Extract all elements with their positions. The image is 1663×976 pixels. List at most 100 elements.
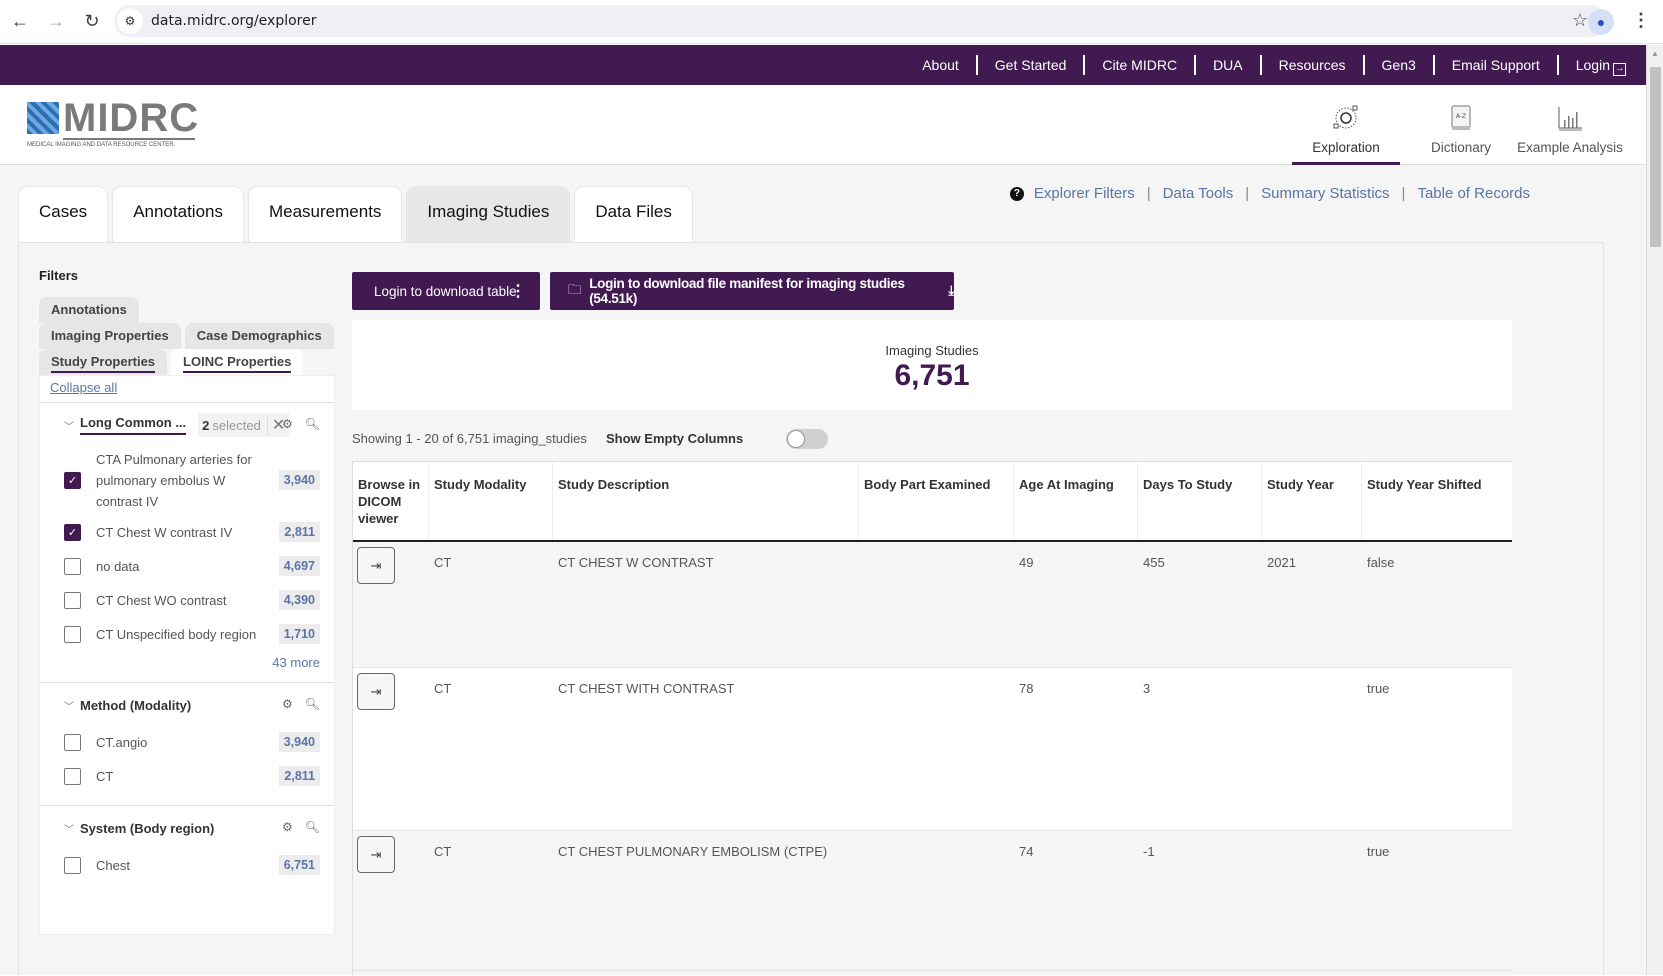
checkbox-checked[interactable]: ✓ (64, 471, 81, 489)
page-scrollbar[interactable]: ▲ (1646, 45, 1663, 975)
filter-group-title[interactable]: Long Common ... (80, 415, 187, 435)
filter-option[interactable]: Chest 6,751 (64, 848, 320, 882)
header-nav-dictionary[interactable]: A-Z Dictionary (1415, 85, 1507, 165)
explorer-page: Cases Annotations Measurements Imaging S… (0, 165, 1646, 976)
show-more-link[interactable]: 43 more (64, 655, 320, 670)
column-header[interactable]: Days To Study (1138, 462, 1262, 540)
search-icon[interactable]: 🔍︎ (305, 820, 320, 834)
filter-group-method-modality: ﹀ Method (Modality) ⚙ 🔍︎ CT.angio 3,940 C… (40, 682, 334, 805)
search-icon[interactable]: 🔍︎ (305, 417, 320, 431)
gear-icon[interactable]: ⚙ (282, 820, 293, 834)
gear-icon[interactable]: ⚙ (282, 697, 293, 711)
checkbox[interactable] (64, 557, 81, 575)
back-button[interactable]: ← (4, 6, 36, 38)
filter-option[interactable]: CT 2,811 (64, 759, 320, 793)
chevron-down-icon[interactable]: ﹀ (64, 418, 80, 433)
column-header[interactable]: Age At Imaging (1014, 462, 1138, 540)
nav-about[interactable]: About (905, 55, 978, 75)
nav-resources[interactable]: Resources (1262, 55, 1365, 75)
explorer-filters-link[interactable]: Explorer Filters (1034, 185, 1135, 202)
open-dicom-viewer-button[interactable]: ⇥ (357, 673, 395, 710)
table-cell: true (1367, 681, 1390, 696)
profile-icon[interactable]: ● (1588, 9, 1614, 35)
star-icon[interactable]: ☆ (1572, 10, 1588, 31)
filter-tab-loinc-properties-label: LOINC Properties (183, 354, 292, 373)
filter-group-title[interactable]: System (Body region) (80, 821, 214, 836)
data-tools-link[interactable]: Data Tools (1163, 185, 1234, 202)
midrc-logo[interactable]: MIDRC MEDICAL IMAGING AND DATA RESOURCE … (27, 96, 198, 152)
kebab-menu-icon[interactable]: ⋮ (1632, 10, 1650, 31)
column-header[interactable]: Study Description (553, 462, 859, 540)
filter-option-label: CT (96, 768, 114, 784)
nav-login-label: Login (1575, 56, 1610, 73)
search-icon[interactable]: 🔍︎ (305, 697, 320, 711)
url-text[interactable]: data.midrc.org/explorer (151, 13, 316, 29)
download-table-button[interactable]: Login to download table ⋮ (352, 272, 540, 310)
checkbox[interactable] (64, 591, 81, 609)
imaging-studies-table: Browse in DICOM viewer Study Modality St… (352, 461, 1512, 976)
collapse-all-link[interactable]: Collapse all (40, 376, 334, 402)
filter-option-count: 1,710 (278, 624, 320, 644)
open-dicom-viewer-button[interactable]: ⇥ (357, 836, 395, 873)
reload-button[interactable]: ↻ (76, 6, 108, 38)
tab-imaging-studies[interactable]: Imaging Studies (406, 186, 571, 242)
summary-statistics-link[interactable]: Summary Statistics (1261, 185, 1389, 202)
nav-dua[interactable]: DUA (1196, 55, 1262, 75)
filter-option[interactable]: ✓ CTA Pulmonary arteries for pulmonary e… (64, 445, 320, 515)
filter-tab-case-demographics[interactable]: Case Demographics (184, 323, 334, 349)
tab-measurements[interactable]: Measurements (247, 186, 403, 242)
filter-tab-imaging-properties[interactable]: Imaging Properties (39, 323, 181, 349)
checkbox[interactable] (64, 856, 81, 874)
filter-option[interactable]: CT Unspecified body region 1,710 (64, 617, 320, 651)
site-info-icon[interactable]: ⚙ (117, 8, 143, 34)
reload-icon: ↻ (84, 11, 100, 31)
nav-cite-midrc[interactable]: Cite MIDRC (1085, 55, 1197, 75)
show-empty-columns-toggle[interactable] (786, 429, 828, 449)
nav-login[interactable]: Login → (1559, 55, 1626, 76)
header-nav-exploration[interactable]: Exploration (1292, 85, 1400, 165)
nav-gen3[interactable]: Gen3 (1365, 55, 1435, 75)
tab-data-files[interactable]: Data Files (574, 186, 693, 242)
checkbox[interactable] (64, 733, 81, 751)
tab-cases[interactable]: Cases (18, 186, 109, 242)
scrollbar-thumb[interactable] (1650, 67, 1661, 247)
table-cell: CT (434, 681, 452, 696)
scroll-up-icon[interactable]: ▲ (1651, 49, 1659, 58)
filter-tab-study-properties[interactable]: Study Properties (39, 349, 168, 375)
checkbox-checked[interactable]: ✓ (64, 523, 81, 541)
download-manifest-button[interactable]: 🗀 Login to download file manifest for im… (550, 272, 954, 310)
more-options-icon[interactable]: ⋮ (510, 281, 526, 301)
tab-annotations[interactable]: Annotations (112, 186, 244, 242)
nav-get-started[interactable]: Get Started (978, 55, 1086, 75)
gear-icon[interactable]: ⚙ (282, 417, 293, 431)
filter-tab-loinc-properties[interactable]: LOINC Properties (171, 349, 304, 375)
nav-email-support[interactable]: Email Support (1435, 55, 1559, 75)
checkbox[interactable] (64, 625, 81, 643)
column-header[interactable]: Study Year (1262, 462, 1362, 540)
filter-option-label: CT.angio (96, 734, 148, 750)
table-of-records-link[interactable]: Table of Records (1417, 185, 1530, 202)
column-header[interactable]: Browse in DICOM viewer (353, 462, 429, 540)
column-header[interactable]: Body Part Examined (859, 462, 1014, 540)
table-cell: CT (434, 555, 452, 570)
filter-tab-annotations[interactable]: Annotations (39, 297, 139, 323)
filter-group-title[interactable]: Method (Modality) (80, 698, 191, 713)
summary-card: Imaging Studies 6,751 (352, 320, 1512, 410)
header-nav-example-analysis[interactable]: Example Analysis (1512, 85, 1628, 165)
forward-button[interactable]: → (40, 6, 72, 38)
filter-option[interactable]: no data 4,697 (64, 549, 320, 583)
column-header[interactable]: Study Year Shifted (1362, 462, 1512, 540)
filter-option[interactable]: CT Chest WO contrast 4,390 (64, 583, 320, 617)
address-bar[interactable]: ⚙ data.midrc.org/explorer ☆ (114, 5, 1606, 37)
chevron-down-icon[interactable]: ﹀ (64, 698, 80, 713)
open-dicom-viewer-button[interactable]: ⇥ (357, 547, 395, 584)
question-icon[interactable]: ? (1009, 186, 1024, 201)
browser-toolbar: ← → ↻ ⚙ data.midrc.org/explorer ☆ ● ⋮ (0, 0, 1663, 44)
filter-option[interactable]: CT.angio 3,940 (64, 725, 320, 759)
checkbox[interactable] (64, 767, 81, 785)
filters-sidebar: Filters Annotations Imaging Properties C… (39, 268, 335, 935)
column-header[interactable]: Study Modality (429, 462, 553, 540)
filter-option[interactable]: ✓ CT Chest W contrast IV 2,811 (64, 515, 320, 549)
explorer-tabs: Cases Annotations Measurements Imaging S… (18, 186, 693, 242)
chevron-down-icon[interactable]: ﹀ (64, 821, 80, 836)
